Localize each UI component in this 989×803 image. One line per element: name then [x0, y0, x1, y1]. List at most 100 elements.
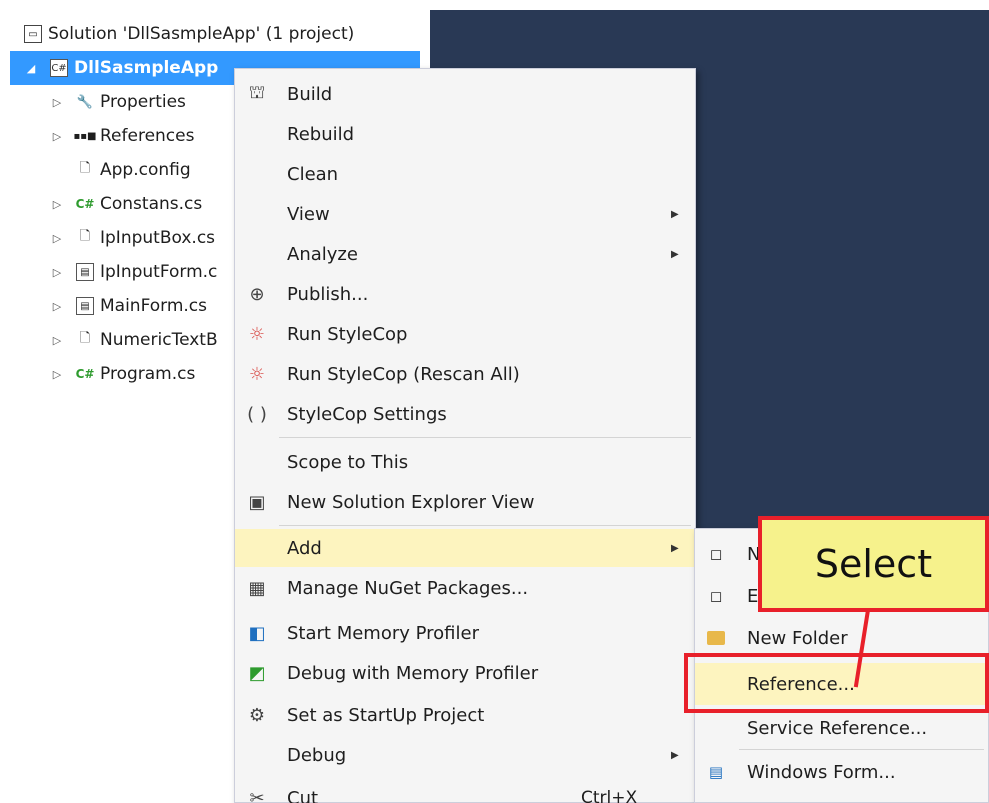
collapsed-arrow-icon[interactable]: ▷: [50, 300, 64, 313]
tree-item-label: References: [100, 126, 195, 146]
menu-separator: [279, 525, 691, 526]
menu-item-manage-nuget[interactable]: ▦ Manage NuGet Packages...: [235, 569, 695, 607]
menu-item-add[interactable]: Add ▶: [235, 529, 695, 567]
menu-item-build[interactable]: ⛫ Build: [235, 75, 695, 113]
build-icon: ⛫: [248, 82, 266, 103]
menu-item-cut[interactable]: ✂ Cut Ctrl+X: [235, 779, 695, 803]
menu-item-run-stylecop-rescan[interactable]: ☼ Run StyleCop (Rescan All): [235, 355, 695, 393]
expanded-arrow-icon[interactable]: ◢: [24, 62, 38, 75]
publish-icon: ⊕: [249, 283, 265, 305]
tree-item-label: Properties: [100, 92, 186, 112]
csharp-file-icon: C#: [75, 367, 95, 381]
csharp-project-icon: C#: [50, 59, 68, 77]
menu-item-label: Clean: [287, 163, 339, 185]
nuget-icon: ▦: [248, 577, 266, 599]
submenu-item-label: Service Reference...: [747, 717, 928, 739]
menu-item-shortcut: Ctrl+X: [581, 788, 638, 803]
collapsed-arrow-icon[interactable]: ▷: [50, 130, 64, 143]
callout-text: Select: [814, 542, 933, 586]
reference-highlight-box: [684, 653, 989, 713]
existing-item-icon: ◻: [709, 587, 723, 605]
menu-item-label: Rebuild: [287, 123, 355, 145]
memory-profiler-icon: ◧: [248, 622, 266, 644]
submenu-item-label: E: [747, 585, 759, 607]
usercontrol-file-icon: 🗋: [79, 229, 91, 244]
submenu-arrow-icon: ▶: [671, 248, 679, 260]
tree-item-label: Program.cs: [100, 364, 196, 384]
submenu-item-windows-form[interactable]: ▤ Windows Form...: [695, 751, 988, 793]
debug-profiler-icon: ◩: [248, 662, 266, 684]
collapsed-arrow-icon[interactable]: ▷: [50, 368, 64, 381]
solution-label: Solution 'DllSasmpleApp' (1 project): [48, 24, 355, 44]
project-label: DllSasmpleApp: [74, 58, 219, 78]
tree-item-label: App.config: [100, 160, 191, 180]
stylecop-icon: ☼: [248, 323, 266, 345]
collapsed-arrow-icon[interactable]: ▷: [50, 266, 64, 279]
menu-separator: [279, 437, 691, 438]
menu-item-label: New Solution Explorer View: [287, 491, 535, 513]
menu-item-label: Debug: [287, 744, 347, 766]
collapsed-arrow-icon[interactable]: ▷: [50, 198, 64, 211]
menu-item-label: StyleCop Settings: [287, 403, 447, 425]
submenu-arrow-icon: ▶: [671, 749, 679, 761]
menu-item-label: Analyze: [287, 243, 358, 265]
form-file-icon: ▤: [76, 263, 94, 281]
collapsed-arrow-icon[interactable]: ▷: [50, 232, 64, 245]
references-icon: ▪▪■: [73, 130, 97, 142]
menu-item-stylecop-settings[interactable]: ( ) StyleCop Settings: [235, 395, 695, 433]
project-context-menu: ⛫ Build Rebuild Clean View ▶ Analyze ▶ ⊕…: [234, 68, 696, 803]
tree-item-label: IpInputBox.cs: [100, 228, 216, 248]
tree-item-label: IpInputForm.c: [100, 262, 218, 282]
select-callout: Select: [758, 516, 989, 612]
tree-item-properties[interactable]: ▷ 🔧 Properties: [50, 85, 186, 119]
menu-item-analyze[interactable]: Analyze ▶: [235, 235, 695, 273]
collapsed-arrow-icon[interactable]: ▷: [50, 334, 64, 347]
tree-item-ipinputform[interactable]: ▷ ▤ IpInputForm.c: [50, 255, 218, 289]
tree-item-numerictextbox[interactable]: ▷ 🗋 NumericTextB: [50, 323, 218, 357]
menu-item-new-solution-explorer-view[interactable]: ▣ New Solution Explorer View: [235, 483, 695, 521]
tree-item-label: MainForm.cs: [100, 296, 208, 316]
menu-item-label: View: [287, 203, 330, 225]
menu-item-label: Manage NuGet Packages...: [287, 577, 529, 599]
submenu-item-label: New Folder: [747, 627, 848, 649]
tree-item-label: NumericTextB: [100, 330, 218, 350]
menu-item-start-memory-profiler[interactable]: ◧ Start Memory Profiler: [235, 614, 695, 652]
tree-item-ipinputbox[interactable]: ▷ 🗋 IpInputBox.cs: [50, 221, 215, 255]
folder-icon: [705, 627, 727, 649]
solution-node[interactable]: ▭ Solution 'DllSasmpleApp' (1 project): [24, 17, 354, 51]
menu-item-label: Start Memory Profiler: [287, 622, 479, 644]
solution-icon: ▭: [24, 25, 42, 43]
tree-item-constans[interactable]: ▷ C# Constans.cs: [50, 187, 202, 221]
braces-icon: ( ): [247, 403, 267, 425]
submenu-separator: [739, 749, 984, 750]
tree-item-mainform[interactable]: ▷ ▤ MainForm.cs: [50, 289, 207, 323]
menu-item-label: Build: [287, 83, 333, 105]
menu-item-label: Run StyleCop: [287, 323, 408, 345]
menu-item-label: Publish...: [287, 283, 369, 305]
menu-item-set-startup-project[interactable]: ⚙ Set as StartUp Project: [235, 696, 695, 734]
menu-item-debug-memory-profiler[interactable]: ◩ Debug with Memory Profiler: [235, 654, 695, 692]
menu-item-debug[interactable]: Debug ▶: [235, 736, 695, 774]
form-file-icon: ▤: [76, 297, 94, 315]
csharp-file-icon: C#: [75, 197, 95, 211]
wrench-icon: 🔧: [76, 94, 94, 110]
submenu-arrow-icon: ▶: [671, 208, 679, 220]
menu-item-run-stylecop[interactable]: ☼ Run StyleCop: [235, 315, 695, 353]
menu-item-clean[interactable]: Clean: [235, 155, 695, 193]
menu-item-scope-to-this[interactable]: Scope to This: [235, 443, 695, 481]
config-file-icon: 🗋: [79, 161, 91, 176]
tree-item-references[interactable]: ▷ ▪▪■ References: [50, 119, 195, 153]
windows-form-icon: ▤: [708, 763, 724, 781]
submenu-arrow-icon: ▶: [671, 542, 679, 554]
menu-item-label: Set as StartUp Project: [287, 704, 485, 726]
submenu-item-service-reference[interactable]: Service Reference...: [695, 707, 988, 749]
tree-item-program[interactable]: ▷ C# Program.cs: [50, 357, 196, 391]
menu-item-label: Scope to This: [287, 451, 409, 473]
tree-item-app-config[interactable]: 🗋 App.config: [50, 153, 191, 187]
collapsed-arrow-icon[interactable]: ▷: [50, 96, 64, 109]
menu-item-view[interactable]: View ▶: [235, 195, 695, 233]
new-item-icon: ◻: [709, 545, 723, 563]
new-view-icon: ▣: [248, 491, 266, 513]
menu-item-rebuild[interactable]: Rebuild: [235, 115, 695, 153]
menu-item-publish[interactable]: ⊕ Publish...: [235, 275, 695, 313]
